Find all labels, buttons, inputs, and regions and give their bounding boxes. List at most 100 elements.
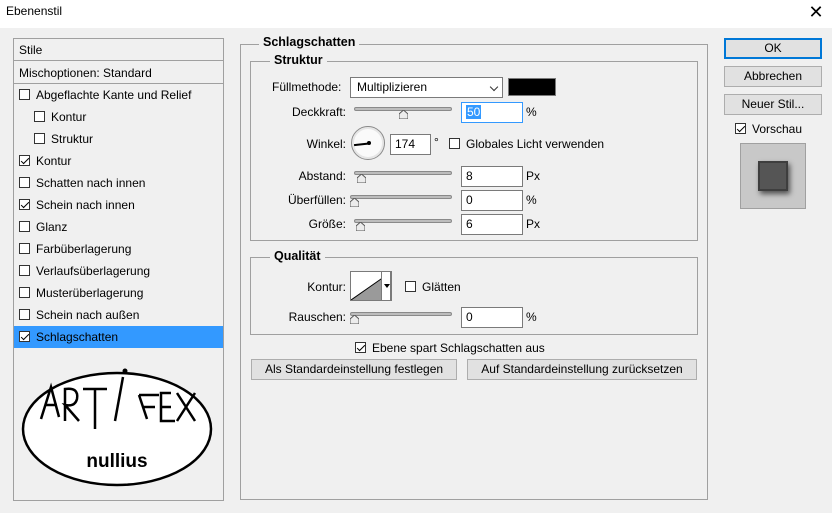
noise-slider-track[interactable] <box>350 312 452 316</box>
spread-label: Überfüllen: <box>287 193 346 207</box>
title-bar: Ebenenstil ✕ <box>0 0 832 28</box>
antialias-box[interactable] <box>405 281 416 292</box>
angle-input[interactable]: 174 <box>390 134 431 155</box>
style-item-checkbox[interactable] <box>19 177 30 188</box>
shadow-color-swatch[interactable] <box>508 78 556 96</box>
window-title: Ebenenstil <box>6 4 63 18</box>
style-item-checkbox[interactable] <box>19 331 30 342</box>
distance-unit: Px <box>526 169 541 183</box>
opacity-unit: % <box>526 105 537 119</box>
style-item-label: Farbüberlagerung <box>36 242 132 256</box>
spread-slider-thumb[interactable] <box>350 198 359 207</box>
style-preview-thumbnail <box>740 143 806 209</box>
size-value: 6 <box>466 217 473 231</box>
reset-default-button[interactable]: Auf Standardeinstellung zurücksetzen <box>467 359 697 380</box>
style-item-label: Glanz <box>36 220 68 234</box>
style-item-checkbox[interactable] <box>19 243 30 254</box>
distance-value: 8 <box>466 169 473 183</box>
distance-input[interactable]: 8 <box>461 166 523 187</box>
preview-square <box>758 161 788 191</box>
distance-slider-thumb[interactable] <box>357 174 366 183</box>
contour-label: Kontur: <box>307 280 346 294</box>
style-item[interactable]: Kontur <box>14 150 223 172</box>
style-item-checkbox[interactable] <box>34 133 45 144</box>
angle-value: 174 <box>395 137 416 151</box>
blend-mode-select[interactable]: Multiplizieren <box>350 77 503 98</box>
size-unit: Px <box>526 217 541 231</box>
style-item[interactable]: Struktur <box>14 128 223 150</box>
global-light-box[interactable] <box>449 138 460 149</box>
knockout-label: Ebene spart Schlagschatten aus <box>372 341 545 355</box>
style-item-checkbox[interactable] <box>19 89 30 100</box>
style-item[interactable]: Schein nach innen <box>14 194 223 216</box>
spread-value: 0 <box>466 193 473 207</box>
opacity-slider-thumb[interactable] <box>398 110 408 119</box>
chevron-down-icon <box>489 82 499 92</box>
style-item-label: Kontur <box>51 110 87 124</box>
style-item[interactable]: Glanz <box>14 216 223 238</box>
style-item[interactable]: Farbüberlagerung <box>14 238 223 260</box>
blend-mode-label: Füllmethode: <box>272 80 342 94</box>
structure-title: Struktur <box>270 53 327 67</box>
style-item-checkbox[interactable] <box>19 199 30 210</box>
style-item-label: Schlagschatten <box>36 330 119 344</box>
noise-input[interactable]: 0 <box>461 307 523 328</box>
size-label: Größe: <box>308 217 346 231</box>
blend-mode-value: Multiplizieren <box>357 80 428 94</box>
cancel-button[interactable]: Abbrechen <box>724 66 822 87</box>
spread-slider-track[interactable] <box>350 195 452 199</box>
distance-slider-track[interactable] <box>354 171 452 175</box>
antialias-label: Glätten <box>422 280 461 294</box>
style-item[interactable]: Schlagschatten <box>14 326 223 348</box>
contour-dropdown[interactable] <box>381 271 391 301</box>
angle-unit: ° <box>434 135 439 149</box>
preview-label: Vorschau <box>752 122 803 136</box>
style-item[interactable]: Schatten nach innen <box>14 172 223 194</box>
panel-title: Schlagschatten <box>259 35 360 49</box>
noise-value: 0 <box>466 310 473 324</box>
knockout-checkbox[interactable]: Ebene spart Schlagschatten aus <box>355 341 545 355</box>
noise-unit: % <box>526 310 537 324</box>
knockout-box[interactable] <box>355 342 366 353</box>
spread-input[interactable]: 0 <box>461 190 523 211</box>
preview-checkbox[interactable]: Vorschau <box>735 122 802 136</box>
styles-header[interactable]: Stile <box>14 39 223 61</box>
noise-slider-thumb[interactable] <box>350 315 359 324</box>
style-item-checkbox[interactable] <box>34 111 45 122</box>
distance-label: Abstand: <box>298 169 346 183</box>
global-light-label: Globales Licht verwenden <box>466 137 605 151</box>
style-item-checkbox[interactable] <box>19 155 30 166</box>
style-item-label: Schatten nach innen <box>36 176 146 190</box>
chevron-down-icon <box>384 284 390 288</box>
logo-text: nullius <box>86 451 147 472</box>
antialias-checkbox[interactable]: Glätten <box>405 280 461 294</box>
angle-dial[interactable] <box>351 126 385 160</box>
style-item[interactable]: Verlaufsüberlagerung <box>14 260 223 282</box>
new-style-button[interactable]: Neuer Stil... <box>724 94 822 115</box>
style-item[interactable]: Kontur <box>14 106 223 128</box>
close-icon[interactable]: ✕ <box>806 2 826 22</box>
style-item-label: Schein nach außen <box>36 308 140 322</box>
style-item-label: Musterüberlagerung <box>36 286 144 300</box>
style-item[interactable]: Schein nach außen <box>14 304 223 326</box>
size-input[interactable]: 6 <box>461 214 523 235</box>
opacity-input[interactable]: 50 <box>461 102 523 123</box>
preview-box[interactable] <box>735 123 746 134</box>
make-default-button[interactable]: Als Standardeinstellung festlegen <box>251 359 457 380</box>
global-light-checkbox[interactable]: Globales Licht verwenden <box>449 137 604 151</box>
blending-options[interactable]: Mischoptionen: Standard <box>14 62 223 84</box>
style-item-checkbox[interactable] <box>19 265 30 276</box>
style-item-label: Abgeflachte Kante und Relief <box>36 88 192 102</box>
styles-list: Stile Mischoptionen: Standard Abgeflacht… <box>13 38 224 501</box>
style-item-checkbox[interactable] <box>19 309 30 320</box>
style-item-checkbox[interactable] <box>19 221 30 232</box>
style-item[interactable]: Musterüberlagerung <box>14 282 223 304</box>
style-item-checkbox[interactable] <box>19 287 30 298</box>
opacity-value: 50 <box>466 105 482 119</box>
style-item[interactable]: Abgeflachte Kante und Relief <box>14 84 223 106</box>
size-slider-thumb[interactable] <box>356 222 365 231</box>
size-slider-track[interactable] <box>354 219 452 223</box>
opacity-label: Deckkraft: <box>291 105 346 119</box>
noise-label: Rauschen: <box>288 310 346 324</box>
ok-button[interactable]: OK <box>724 38 822 59</box>
